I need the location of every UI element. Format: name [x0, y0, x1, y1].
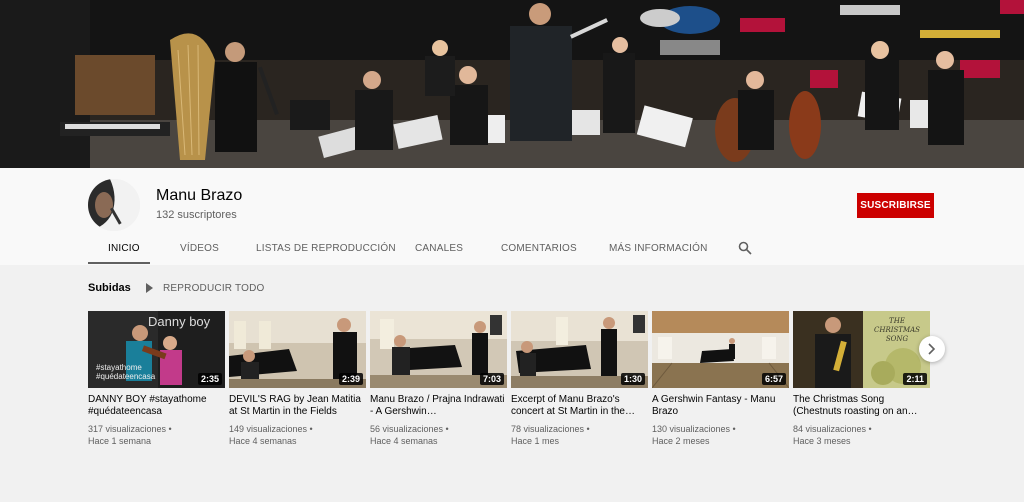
- subscriber-count: 132 suscriptores: [156, 209, 237, 221]
- tab-channels[interactable]: CANALES: [415, 243, 463, 254]
- video-duration: 7:03: [479, 373, 504, 385]
- video-age: Hace 4 semanas: [370, 436, 438, 446]
- meta-separator: •: [730, 424, 736, 434]
- tab-videos[interactable]: VÍDEOS: [180, 243, 219, 254]
- video-thumbnail[interactable]: Danny boy #stayathome #quédateencasa 2:3…: [88, 311, 225, 388]
- video-age: Hace 4 semanas: [229, 436, 297, 446]
- channel-banner: [0, 0, 1024, 168]
- video-views: 78 visualizaciones: [511, 424, 585, 434]
- video-title[interactable]: A Gershwin Fantasy - Manu Brazo: [652, 394, 789, 418]
- channel-tabs: INICIO VÍDEOS LISTAS DE REPRODUCCIÓN CAN…: [0, 236, 1024, 265]
- video-card[interactable]: 1:30 Excerpt of Manu Brazo's concert at …: [511, 311, 648, 447]
- video-views: 149 visualizaciones: [229, 424, 308, 434]
- video-title[interactable]: DANNY BOY #stayathome #quédateencasa: [88, 394, 225, 418]
- video-duration: 2:11: [903, 373, 927, 385]
- channel-avatar[interactable]: [88, 179, 140, 231]
- video-title[interactable]: DEVIL'S RAG by Jean Matitia at St Martin…: [229, 394, 366, 418]
- video-duration: 2:35: [197, 373, 222, 385]
- video-age: Hace 3 meses: [793, 436, 851, 446]
- meta-separator: •: [166, 424, 172, 434]
- video-age: Hace 2 meses: [652, 436, 710, 446]
- thumbnail-title-text: THE CHRISTMAS SONG: [874, 317, 920, 343]
- meta-separator: •: [307, 424, 313, 434]
- video-title[interactable]: The Christmas Song (Chestnuts roasting o…: [793, 394, 930, 418]
- video-duration: 1:30: [620, 373, 645, 385]
- video-thumbnail[interactable]: 1:30: [511, 311, 648, 388]
- video-title[interactable]: Manu Brazo / Prajna Indrawati - A Gershw…: [370, 394, 507, 418]
- thumbnail-title-text: Danny boy: [148, 314, 211, 329]
- subscribe-button[interactable]: SUSCRIBIRSE: [857, 193, 934, 218]
- thumbnail-hashtags: #stayathome #quédateencasa: [96, 363, 156, 381]
- banner-image: [0, 0, 1024, 168]
- tab-inicio[interactable]: INICIO: [108, 243, 140, 254]
- carousel-next-button[interactable]: [919, 336, 945, 362]
- video-thumbnail[interactable]: 2:39: [229, 311, 366, 388]
- video-title[interactable]: Excerpt of Manu Brazo's concert at St Ma…: [511, 394, 648, 418]
- video-age: Hace 1 semana: [88, 436, 152, 446]
- video-card[interactable]: THE CHRISTMAS SONG 2:11 The Christmas So…: [793, 311, 930, 447]
- video-duration: 6:57: [761, 373, 786, 385]
- meta-separator: •: [584, 424, 590, 434]
- section-title: Subidas: [88, 282, 131, 294]
- channel-header: Manu Brazo 132 suscriptores SUSCRIBIRSE …: [0, 168, 1024, 265]
- active-tab-indicator: [88, 262, 150, 264]
- play-icon[interactable]: [146, 283, 153, 293]
- avatar-image: [88, 179, 140, 231]
- meta-separator: •: [866, 424, 872, 434]
- video-thumbnail[interactable]: 6:57: [652, 311, 789, 388]
- search-icon[interactable]: [738, 241, 752, 255]
- chevron-right-icon: [928, 343, 936, 355]
- video-card[interactable]: Danny boy #stayathome #quédateencasa 2:3…: [88, 311, 225, 447]
- video-thumbnail[interactable]: THE CHRISTMAS SONG 2:11: [793, 311, 930, 388]
- meta-separator: •: [443, 424, 449, 434]
- video-card[interactable]: 7:03 Manu Brazo / Prajna Indrawati - A G…: [370, 311, 507, 447]
- play-all-button[interactable]: REPRODUCIR TODO: [163, 283, 265, 294]
- video-card[interactable]: 2:39 DEVIL'S RAG by Jean Matitia at St M…: [229, 311, 366, 447]
- channel-name[interactable]: Manu Brazo: [156, 187, 242, 205]
- video-views: 317 visualizaciones: [88, 424, 167, 434]
- video-age: Hace 1 mes: [511, 436, 560, 446]
- video-thumbnail[interactable]: 7:03: [370, 311, 507, 388]
- video-duration: 2:39: [338, 373, 363, 385]
- video-card[interactable]: 6:57 A Gershwin Fantasy - Manu Brazo 130…: [652, 311, 789, 447]
- video-views: 130 visualizaciones: [652, 424, 731, 434]
- video-views: 84 visualizaciones: [793, 424, 867, 434]
- tab-about[interactable]: MÁS INFORMACIÓN: [609, 243, 708, 254]
- tab-playlists[interactable]: LISTAS DE REPRODUCCIÓN: [256, 243, 396, 254]
- tab-comments[interactable]: COMENTARIOS: [501, 243, 577, 254]
- video-views: 56 visualizaciones: [370, 424, 444, 434]
